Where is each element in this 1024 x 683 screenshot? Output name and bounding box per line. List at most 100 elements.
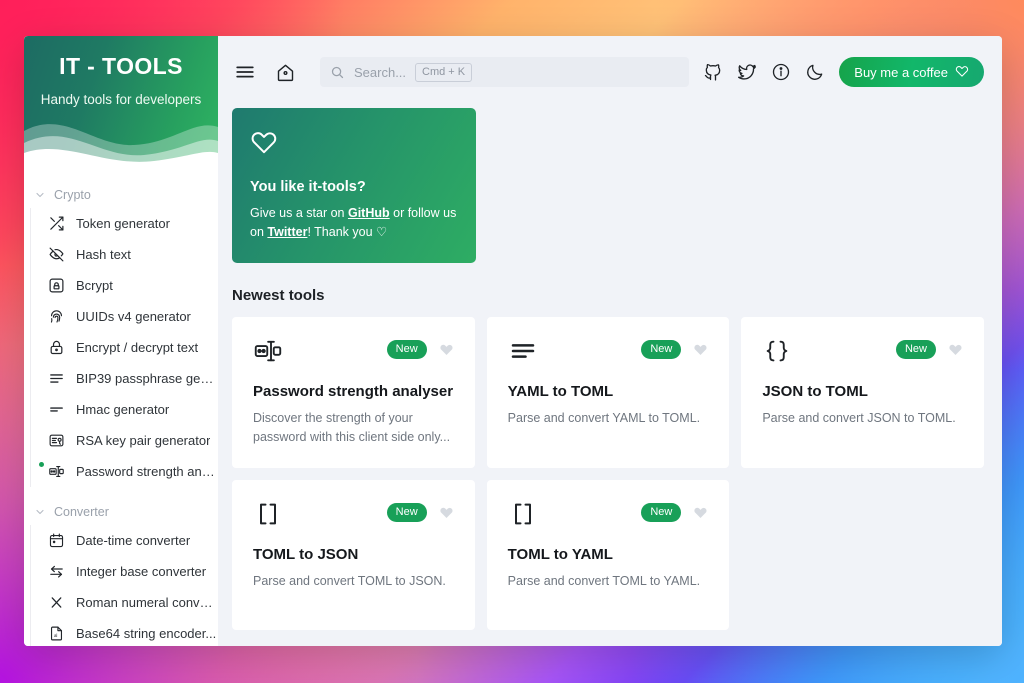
tool-card-description: Parse and convert JSON to TOML. [762,409,963,428]
eye-off-icon [48,246,65,263]
sidebar-item-integer-base-converter[interactable]: Integer base converter [42,556,218,587]
arrows-exchange-icon [48,563,65,580]
sidebar-wave-decoration [24,101,218,166]
tool-card-yaml-to-toml[interactable]: New YAML to TOML Parse and convert YAML … [487,317,730,468]
tool-card-title: TOML to JSON [253,546,454,563]
sidebar-item-bcrypt[interactable]: Bcrypt [42,270,218,301]
tool-card-title: Password strength analyser [253,383,454,400]
sidebar-item-label: Date-time converter [76,533,190,548]
tool-card-password-strength-analyser[interactable]: New Password strength analyser Discover … [232,317,475,468]
tool-card-description: Parse and convert YAML to TOML. [508,409,709,428]
tool-card-json-to-toml[interactable]: New JSON to TOML Parse and convert JSON … [741,317,984,468]
password-meter-icon [253,336,283,371]
tool-card-actions: New [641,499,708,522]
sidebar-item-hash-text[interactable]: Hash text [42,239,218,270]
github-icon[interactable] [703,62,723,82]
sidebar-item-rsa-key-pair-generator[interactable]: RSA key pair generator [42,425,218,456]
twitter-icon[interactable] [737,62,757,82]
chevron-down-icon [34,189,46,201]
favorite-heart-icon[interactable] [693,505,708,520]
tool-cards-grid: New Password strength analyser Discover … [232,317,984,630]
sidebar-item-hmac-generator[interactable]: Hmac generator [42,394,218,425]
chevron-down-icon [34,506,46,518]
sidebar-item-label: RSA key pair generator [76,433,210,448]
sidebar-item-bip39-passphrase-generator[interactable]: BIP39 passphrase gen... [42,363,218,394]
sidebar-item-label: Roman numeral conver... [76,595,218,610]
sidebar-item-roman-numeral-converter[interactable]: Roman numeral conver... [42,587,218,618]
hamburger-menu-icon[interactable] [232,59,258,85]
tool-card-description: Parse and convert TOML to JSON. [253,572,454,591]
tool-card-description: Parse and convert TOML to YAML. [508,572,709,591]
sidebar-navigation[interactable]: Crypto Token generator Hash text [24,166,218,646]
nav-group-label: Crypto [54,188,91,202]
sidebar-item-label: UUIDs v4 generator [76,309,191,324]
sidebar-item-label: Base64 string encoder... [76,626,216,641]
sidebar-item-label: Integer base converter [76,564,206,579]
sidebar-item-password-strength-analyser[interactable]: Password strength ana... [42,456,218,487]
sidebar-item-label: Hmac generator [76,402,169,417]
nav-group-converter: Converter Date-time converter Integer ba… [24,497,218,646]
favorite-heart-icon[interactable] [439,342,454,357]
brand-subtitle: Handy tools for developers [24,80,218,107]
tool-card-toml-to-json[interactable]: New TOML to JSON Parse and convert TOML … [232,480,475,630]
promo-line1-post: or follow us [390,206,457,220]
search-input[interactable]: Search... [354,65,406,80]
password-meter-icon [48,463,65,480]
search-icon [330,65,345,80]
svg-text:al: al [54,633,57,638]
tool-card-toml-to-yaml[interactable]: New TOML to YAML Parse and convert TOML … [487,480,730,630]
braces-icon [762,336,792,371]
sidebar-item-label: Password strength ana... [76,464,218,479]
tool-card-header: New [762,336,963,370]
tool-card-title: YAML to TOML [508,383,709,400]
home-icon[interactable] [272,59,298,85]
nav-group-label: Converter [54,505,109,519]
yaml-lines-icon [508,336,538,371]
sidebar-item-encrypt-decrypt-text[interactable]: Encrypt / decrypt text [42,332,218,363]
buy-me-a-coffee-label: Buy me a coffee [854,65,948,80]
tool-card-header: New [508,336,709,370]
twitter-link[interactable]: Twitter [267,225,307,239]
search-shortcut-hint: Cmd + K [415,63,472,82]
sidebar: IT - TOOLS Handy tools for developers Cr… [24,36,218,646]
topbar-actions: Buy me a coffee [703,57,984,87]
topbar: Search... Cmd + K Buy me a coffee [218,36,1002,108]
sidebar-item-base64-string-encoder[interactable]: al Base64 string encoder... [42,618,218,646]
sidebar-item-label: Encrypt / decrypt text [76,340,198,355]
sidebar-item-label: BIP39 passphrase gen... [76,371,218,386]
brackets-icon [253,499,283,534]
moon-icon[interactable] [805,62,825,82]
promo-line2-post: ! Thank you ♡ [307,225,387,239]
github-link[interactable]: GitHub [348,206,390,220]
lines-icon [48,370,65,387]
sidebar-item-uuids-v4-generator[interactable]: UUIDs v4 generator [42,301,218,332]
nav-group-header-converter[interactable]: Converter [24,497,218,525]
promo-text: Give us a star on GitHub or follow us on… [250,204,458,242]
brackets-icon [508,499,538,534]
favorite-heart-icon[interactable] [948,342,963,357]
promo-line1-pre: Give us a star on [250,206,348,220]
tool-card-actions: New [387,336,454,359]
tool-card-actions: New [896,336,963,359]
shuffle-icon [48,215,65,232]
favorite-heart-icon[interactable] [693,342,708,357]
main-area: Search... Cmd + K Buy me a coffee [218,36,1002,646]
key-card-icon [48,432,65,449]
info-icon[interactable] [771,62,791,82]
sidebar-item-label: Hash text [76,247,131,262]
nav-items-converter: Date-time converter Integer base convert… [24,525,218,646]
letter-x-icon [48,594,65,611]
tool-card-actions: New [387,499,454,522]
nav-group-header-crypto[interactable]: Crypto [24,180,218,208]
nav-group-crypto: Crypto Token generator Hash text [24,180,218,487]
app-window: IT - TOOLS Handy tools for developers Cr… [24,36,1002,646]
lock-square-icon [48,277,65,294]
sidebar-item-token-generator[interactable]: Token generator [42,208,218,239]
buy-me-a-coffee-button[interactable]: Buy me a coffee [839,57,984,87]
favorite-heart-icon[interactable] [439,505,454,520]
tool-card-header: New [508,499,709,533]
lock-icon [48,339,65,356]
sidebar-item-date-time-converter[interactable]: Date-time converter [42,525,218,556]
search-bar[interactable]: Search... Cmd + K [320,57,689,87]
two-lines-icon [48,401,65,418]
